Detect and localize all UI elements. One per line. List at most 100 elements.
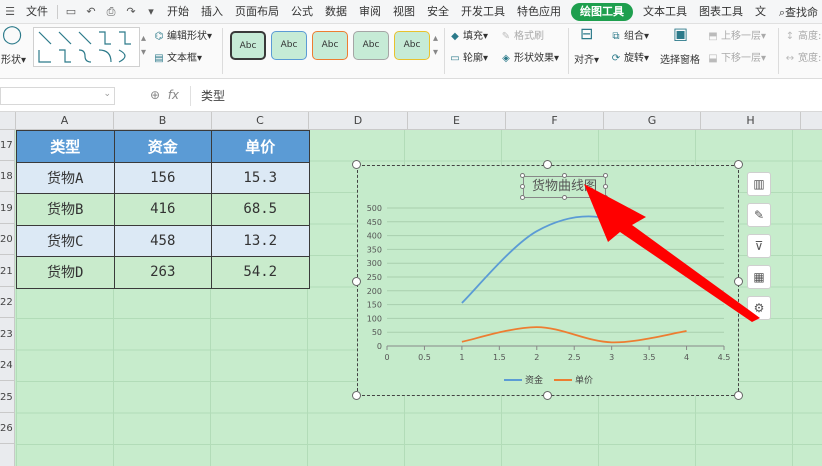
- group-button[interactable]: ⧉ 组合▾: [610, 30, 649, 44]
- table-cell[interactable]: 54.2: [211, 256, 310, 289]
- column-header-c[interactable]: C: [212, 112, 309, 130]
- settings-icon[interactable]: ⚙: [747, 296, 771, 320]
- filter-icon[interactable]: ⊽: [747, 234, 771, 258]
- search-box[interactable]: ⌕查找命: [779, 4, 822, 20]
- outline-button[interactable]: ▭ 轮廓▾: [449, 52, 488, 66]
- row-header[interactable]: 20: [0, 224, 15, 255]
- align-icon[interactable]: ⊟: [580, 26, 593, 42]
- select-all-corner[interactable]: [0, 112, 16, 130]
- menu-formula[interactable]: 公式: [285, 0, 319, 23]
- table-cell[interactable]: 458: [113, 224, 212, 257]
- menu-overflow[interactable]: 文: [749, 0, 772, 23]
- title-handle[interactable]: [562, 195, 567, 200]
- column-header-h[interactable]: H: [701, 112, 801, 130]
- title-handle[interactable]: [603, 184, 608, 189]
- title-handle[interactable]: [520, 173, 525, 178]
- gallery-scroll-icon[interactable]: ▴ ▾: [141, 32, 146, 60]
- save-icon[interactable]: ▭: [64, 5, 78, 18]
- table-cell[interactable]: 156: [113, 161, 212, 194]
- shape-button[interactable]: 形状▾: [1, 54, 26, 68]
- resize-handle[interactable]: [734, 391, 743, 400]
- menu-file[interactable]: 文件: [20, 0, 54, 23]
- table-cell[interactable]: 货物B: [16, 193, 115, 226]
- menu-text-tools[interactable]: 文本工具: [637, 0, 693, 23]
- table-cell[interactable]: 货物D: [16, 256, 115, 289]
- column-header-e[interactable]: E: [408, 112, 506, 130]
- resize-handle[interactable]: [352, 391, 361, 400]
- table-cell[interactable]: 13.2: [211, 224, 310, 257]
- width-field[interactable]: ↔ 宽度:: [784, 52, 822, 66]
- height-field[interactable]: ↕ 高度:: [784, 30, 822, 44]
- menu-review[interactable]: 审阅: [353, 0, 387, 23]
- chart-object[interactable]: 0 50 100 150 200 250 300 350 400 450 500 0 0.5 1 1.5 2 2…: [357, 165, 739, 396]
- print-icon[interactable]: ⎙: [104, 5, 118, 18]
- style-gallery-scroll-icon[interactable]: ▴ ▾: [433, 32, 438, 60]
- row-header[interactable]: 22: [0, 287, 15, 318]
- table-cell[interactable]: 货物C: [16, 224, 115, 257]
- resize-handle[interactable]: [734, 160, 743, 169]
- row-header[interactable]: 24: [0, 350, 15, 381]
- title-handle[interactable]: [603, 195, 608, 200]
- shape-style-gallery[interactable]: Abc Abc Abc Abc Abc: [224, 28, 432, 66]
- chart-type-icon[interactable]: ▦: [747, 265, 771, 289]
- selection-pane-icon[interactable]: ▣: [673, 26, 688, 42]
- row-header[interactable]: 26: [0, 413, 15, 444]
- row-header[interactable]: 19: [0, 193, 15, 224]
- shape-style-2[interactable]: Abc: [271, 31, 307, 60]
- table-cell[interactable]: 15.3: [211, 161, 310, 194]
- selection-pane-button[interactable]: 选择窗格: [660, 54, 700, 68]
- title-handle[interactable]: [603, 173, 608, 178]
- title-handle[interactable]: [520, 184, 525, 189]
- fx-icon[interactable]: fx: [168, 88, 179, 102]
- table-cell[interactable]: 68.5: [211, 193, 310, 226]
- shape-effect-button[interactable]: ◈ 形状效果▾: [500, 52, 559, 66]
- table-cell[interactable]: 263: [113, 256, 212, 289]
- resize-handle[interactable]: [734, 277, 743, 286]
- row-header[interactable]: 18: [0, 161, 15, 192]
- table-header-cell[interactable]: 单价: [211, 130, 310, 163]
- row-header[interactable]: 17: [0, 130, 15, 161]
- chart-style-icon[interactable]: ✎: [747, 203, 771, 227]
- fill-button[interactable]: ◆ 填充▾: [449, 30, 488, 44]
- tab-drawing-tools[interactable]: 绘图工具: [571, 2, 633, 21]
- menu-data[interactable]: 数据: [319, 0, 353, 23]
- name-box-dropdown-icon[interactable]: ⌄: [103, 89, 111, 99]
- title-handle[interactable]: [562, 173, 567, 178]
- table-header-cell[interactable]: 类型: [16, 130, 115, 163]
- shape-icon[interactable]: ◯: [2, 26, 22, 44]
- shape-style-5[interactable]: Abc: [394, 31, 430, 60]
- menu-insert[interactable]: 插入: [195, 0, 229, 23]
- hamburger-menu-icon[interactable]: ☰: [3, 5, 17, 18]
- menu-page-layout[interactable]: 页面布局: [229, 0, 285, 23]
- send-backward-button[interactable]: ⬓ 下移一层▾: [707, 52, 766, 66]
- resize-handle[interactable]: [352, 160, 361, 169]
- resize-handle[interactable]: [543, 391, 552, 400]
- shape-style-3[interactable]: Abc: [312, 31, 348, 60]
- shape-gallery[interactable]: [33, 27, 140, 67]
- shape-style-4[interactable]: Abc: [353, 31, 389, 60]
- table-cell[interactable]: 货物A: [16, 161, 115, 194]
- row-header[interactable]: 21: [0, 256, 15, 287]
- edit-shape-button[interactable]: ⌬ 编辑形状▾: [153, 30, 212, 44]
- column-header-b[interactable]: B: [114, 112, 212, 130]
- align-button[interactable]: 对齐▾: [574, 54, 599, 68]
- text-box-button[interactable]: ▤ 文本框▾: [153, 52, 202, 66]
- more-quick-icon[interactable]: ▾: [144, 5, 158, 18]
- name-box[interactable]: ⌄: [0, 87, 115, 105]
- menu-view[interactable]: 视图: [387, 0, 421, 23]
- rotate-button[interactable]: ⟳ 旋转▾: [610, 52, 649, 66]
- table-header-cell[interactable]: 资金: [113, 130, 212, 163]
- column-header-d[interactable]: D: [309, 112, 408, 130]
- bring-forward-button[interactable]: ⬒ 上移一层▾: [707, 30, 766, 44]
- row-header[interactable]: 23: [0, 319, 15, 350]
- menu-special[interactable]: 特色应用: [511, 0, 567, 23]
- undo-icon[interactable]: ↶: [84, 5, 98, 18]
- menu-developer[interactable]: 开发工具: [455, 0, 511, 23]
- redo-icon[interactable]: ↷: [124, 5, 138, 18]
- menu-home[interactable]: 开始: [161, 0, 195, 23]
- menu-security[interactable]: 安全: [421, 0, 455, 23]
- menu-chart-tools[interactable]: 图表工具: [693, 0, 749, 23]
- shape-style-1[interactable]: Abc: [230, 31, 266, 60]
- formula-input[interactable]: 类型: [190, 86, 822, 106]
- zoom-icon[interactable]: ⊕: [150, 88, 160, 102]
